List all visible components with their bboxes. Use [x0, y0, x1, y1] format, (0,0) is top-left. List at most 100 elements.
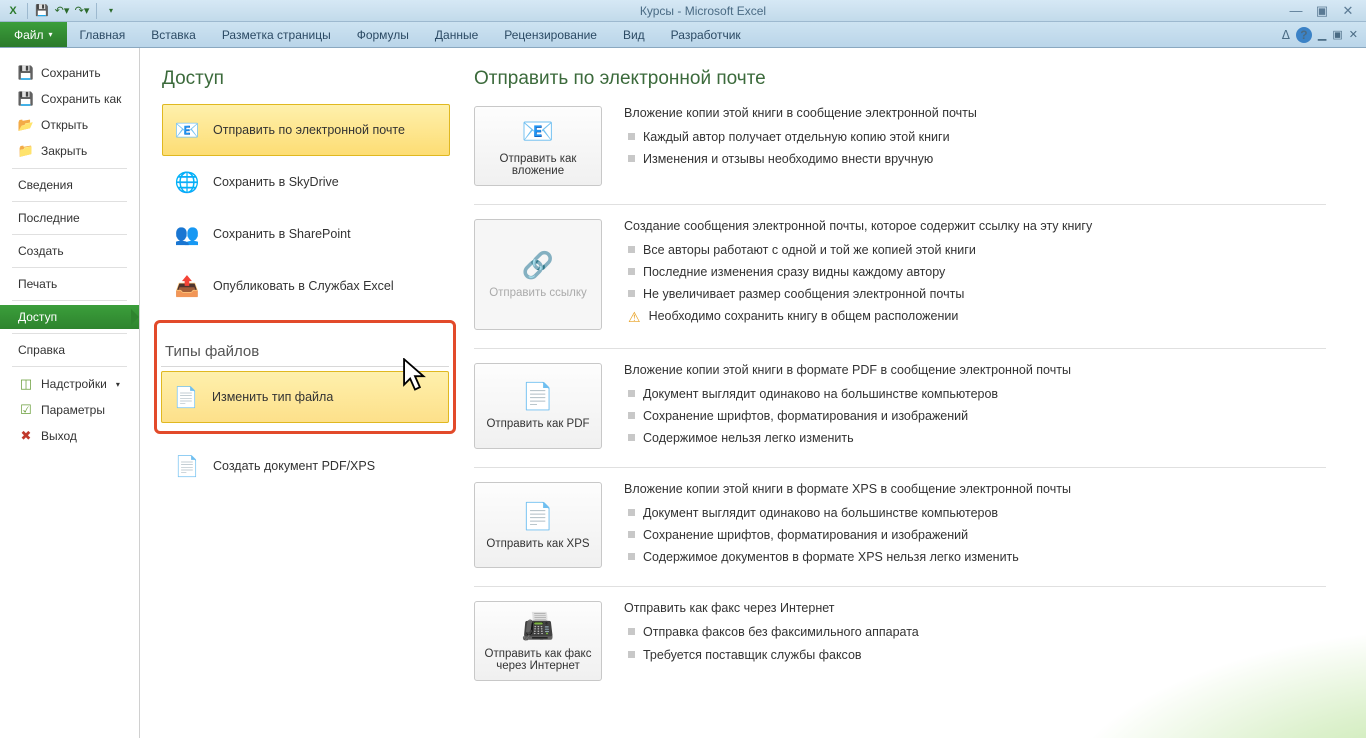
desc-head: Вложение копии этой книги в сообщение эл…: [624, 106, 1326, 120]
close-button[interactable]: ✕: [1338, 3, 1358, 19]
ribbon-minimize-icon[interactable]: ᐃ: [1282, 28, 1290, 42]
desc-item: Последние изменения сразу видны каждому …: [643, 263, 945, 281]
sidebar-label: Параметры: [41, 403, 105, 417]
option-change-file-type[interactable]: 📄 Изменить тип файла: [161, 371, 449, 423]
desc-item: Все авторы работают с одной и той же коп…: [643, 241, 976, 259]
tab-insert[interactable]: Вставка: [138, 22, 209, 47]
file-types-group-title: Типы файлов: [165, 343, 449, 360]
help-icon[interactable]: ?: [1296, 27, 1312, 43]
warning-icon: ⚠: [628, 307, 641, 327]
option-send-email[interactable]: 📧 Отправить по электронной почте: [162, 104, 450, 156]
email-options-panel: Отправить по электронной почте 📧 Отправи…: [460, 48, 1366, 738]
sidebar-open[interactable]: 📂 Открыть: [0, 112, 139, 138]
sidebar-label: Сохранить как: [41, 92, 121, 106]
minimize-button[interactable]: —: [1286, 3, 1306, 19]
option-label: Изменить тип файла: [212, 390, 333, 404]
sidebar-help[interactable]: Справка: [0, 338, 139, 362]
globe-icon: 🌐: [173, 169, 201, 195]
option-skydrive[interactable]: 🌐 Сохранить в SkyDrive: [162, 156, 450, 208]
desc-item: Документ выглядит одинаково на большинст…: [643, 504, 998, 522]
desc-item: Содержимое документов в формате XPS нель…: [643, 548, 1019, 566]
save-icon: 💾: [18, 65, 34, 81]
option-publish-excel-services[interactable]: 📤 Опубликовать в Службах Excel: [162, 260, 450, 312]
undo-icon[interactable]: ↶▾: [53, 2, 71, 20]
quick-access-toolbar: X 💾 ↶▾ ↷▾ ▾: [0, 2, 120, 20]
option-sharepoint[interactable]: 👥 Сохранить в SharePoint: [162, 208, 450, 260]
tab-page-layout[interactable]: Разметка страницы: [209, 22, 344, 47]
option-label: Создать документ PDF/XPS: [213, 459, 375, 473]
desc-item: Документ выглядит одинаково на большинст…: [643, 385, 998, 403]
sidebar-addins[interactable]: ◫ Надстройки ▾: [0, 371, 139, 397]
tab-view[interactable]: Вид: [610, 22, 658, 47]
sidebar-close[interactable]: 📁 Закрыть: [0, 138, 139, 164]
envelope-icon: 📧: [522, 116, 554, 147]
tab-review[interactable]: Рецензирование: [491, 22, 610, 47]
sidebar-share[interactable]: Доступ: [0, 305, 139, 329]
option-label: Отправить по электронной почте: [213, 123, 405, 137]
desc-head: Вложение копии этой книги в формате XPS …: [624, 482, 1326, 496]
desc-warn: Необходимо сохранить книгу в общем распо…: [649, 307, 959, 325]
share-options-column: Доступ 📧 Отправить по электронной почте …: [140, 48, 460, 738]
window-close-icon[interactable]: ✕: [1349, 28, 1358, 41]
excel-app-icon[interactable]: X: [4, 2, 22, 20]
fax-icon: 📠: [522, 611, 554, 642]
open-folder-icon: 📂: [18, 117, 34, 133]
publish-icon: 📤: [173, 273, 201, 299]
row-send-pdf: 📄 Отправить как PDF Вложение копии этой …: [474, 363, 1326, 468]
sidebar-save[interactable]: 💾 Сохранить: [0, 60, 139, 86]
qat-dropdown-icon[interactable]: ▾: [102, 2, 120, 20]
button-send-pdf[interactable]: 📄 Отправить как PDF: [474, 363, 602, 449]
window-restore-icon[interactable]: ▣: [1332, 28, 1342, 41]
button-label: Отправить ссылку: [489, 287, 587, 299]
sidebar-label: Надстройки: [41, 377, 107, 391]
sidebar-options[interactable]: ☑ Параметры: [0, 397, 139, 423]
button-send-attachment[interactable]: 📧 Отправить как вложение: [474, 106, 602, 186]
button-send-xps[interactable]: 📄 Отправить как XPS: [474, 482, 602, 568]
link-icon: 🔗: [522, 250, 554, 281]
option-label: Опубликовать в Службах Excel: [213, 279, 394, 293]
button-label: Отправить как PDF: [486, 418, 589, 430]
share-section-title: Доступ: [162, 68, 450, 90]
sidebar-label: Сохранить: [41, 66, 101, 80]
row-send-xps: 📄 Отправить как XPS Вложение копии этой …: [474, 482, 1326, 587]
desc-item: Содержимое нельзя легко изменить: [643, 429, 854, 447]
right-panel-title: Отправить по электронной почте: [474, 68, 1326, 90]
sidebar-save-as[interactable]: 💾 Сохранить как: [0, 86, 139, 112]
sidebar-info[interactable]: Сведения: [0, 173, 139, 197]
row-send-attachment: 📧 Отправить как вложение Вложение копии …: [474, 106, 1326, 205]
change-type-icon: 📄: [172, 384, 200, 410]
sidebar-label: Выход: [41, 429, 77, 443]
close-folder-icon: 📁: [18, 143, 34, 159]
desc-item: Каждый автор получает отдельную копию эт…: [643, 128, 950, 146]
tab-developer[interactable]: Разработчик: [658, 22, 754, 47]
sidebar-new[interactable]: Создать: [0, 239, 139, 263]
email-icon: 📧: [173, 117, 201, 143]
button-send-link: 🔗 Отправить ссылку: [474, 219, 602, 330]
sidebar-recent[interactable]: Последние: [0, 206, 139, 230]
tab-data[interactable]: Данные: [422, 22, 491, 47]
sharepoint-icon: 👥: [173, 221, 201, 247]
maximize-button[interactable]: ▣: [1312, 3, 1332, 19]
save-icon[interactable]: 💾: [33, 2, 51, 20]
sidebar-print[interactable]: Печать: [0, 272, 139, 296]
title-bar: X 💾 ↶▾ ↷▾ ▾ Курсы - Microsoft Excel — ▣ …: [0, 0, 1366, 22]
backstage-sidebar: 💾 Сохранить 💾 Сохранить как 📂 Открыть 📁 …: [0, 48, 140, 738]
sidebar-label: Открыть: [41, 118, 88, 132]
desc-item: Не увеличивает размер сообщения электрон…: [643, 285, 964, 303]
tab-home[interactable]: Главная: [67, 22, 139, 47]
desc-head: Отправить как факс через Интернет: [624, 601, 1326, 615]
option-create-pdf-xps[interactable]: 📄 Создать документ PDF/XPS: [162, 440, 450, 492]
file-tab[interactable]: Файл: [0, 22, 67, 47]
window-minimize-icon[interactable]: ▁: [1318, 28, 1326, 41]
button-label: Отправить как факс через Интернет: [481, 648, 595, 672]
chevron-down-icon: ▾: [116, 380, 120, 389]
button-send-fax[interactable]: 📠 Отправить как факс через Интернет: [474, 601, 602, 681]
redo-icon[interactable]: ↷▾: [73, 2, 91, 20]
save-as-icon: 💾: [18, 91, 34, 107]
tab-formulas[interactable]: Формулы: [344, 22, 422, 47]
option-label: Сохранить в SkyDrive: [213, 175, 339, 189]
option-label: Сохранить в SharePoint: [213, 227, 351, 241]
sidebar-exit[interactable]: ✖ Выход: [0, 423, 139, 449]
desc-head: Создание сообщения электронной почты, ко…: [624, 219, 1326, 233]
desc-item: Изменения и отзывы необходимо внести вру…: [643, 150, 933, 168]
